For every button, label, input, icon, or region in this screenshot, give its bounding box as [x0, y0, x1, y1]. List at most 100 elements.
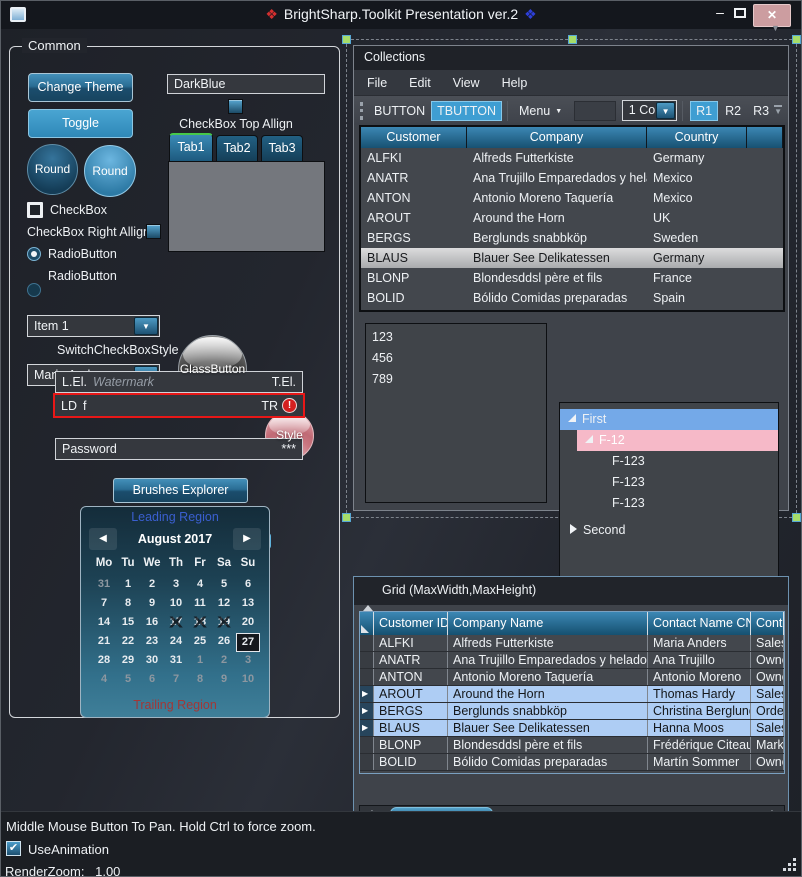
list-item[interactable]: 123	[366, 327, 546, 348]
toolbar-radio-r3[interactable]: R3	[748, 102, 774, 120]
grid-window-title-bar[interactable]: Grid (MaxWidth,MaxHeight)	[354, 577, 788, 605]
calendar-day[interactable]: 14	[92, 614, 116, 633]
validation-error-input[interactable]: LD f TR !	[53, 393, 305, 418]
tree-collapsed-icon[interactable]	[570, 524, 577, 534]
calendar-day[interactable]: 4	[188, 576, 212, 595]
row-header-arrow-icon[interactable]: ▶	[360, 703, 374, 719]
round-button-light[interactable]: Round	[84, 145, 136, 197]
tree-item-second[interactable]: Second	[560, 520, 778, 541]
column-header-country[interactable]: Country	[647, 127, 747, 148]
checkbox-right-align[interactable]	[146, 224, 161, 239]
toolbar-radio-r2[interactable]: R2	[720, 102, 746, 120]
maximize-button[interactable]	[734, 8, 746, 18]
calendar-next-button[interactable]: ▶	[233, 528, 261, 550]
collections-title-bar[interactable]: Collections	[354, 46, 788, 70]
resize-handle[interactable]	[792, 35, 801, 44]
row-header[interactable]	[360, 635, 374, 651]
calendar-day[interactable]: 1	[188, 652, 212, 671]
checkbox-top-align[interactable]	[228, 99, 243, 114]
column-header-contact-name[interactable]: Contact Name CN	[648, 612, 751, 635]
toolbar-textbox[interactable]	[574, 101, 616, 121]
calendar-day[interactable]: 20	[236, 614, 260, 633]
row-header[interactable]	[360, 754, 374, 770]
table-row-selected[interactable]: BLAUSBlauer See DelikatessenGermany	[361, 248, 783, 268]
row-header[interactable]	[360, 737, 374, 753]
table-row[interactable]: ANATRAna Trujillo Emparedados y heladosA…	[360, 652, 784, 669]
calendar-day[interactable]: 22	[116, 633, 140, 652]
toolbar-grip-icon[interactable]	[360, 102, 363, 120]
calendar-day[interactable]: 11	[188, 595, 212, 614]
tree-item-first[interactable]: First	[560, 409, 778, 430]
tab-tab3[interactable]: Tab3	[261, 135, 303, 161]
use-animation-checkbox[interactable]: ✔	[6, 841, 21, 856]
calendar-day[interactable]: 6	[236, 576, 260, 595]
calendar-day[interactable]: 13	[236, 595, 260, 614]
chevron-down-icon[interactable]: ▼	[134, 317, 158, 335]
column-header-customer[interactable]: Customer	[361, 127, 467, 148]
table-row[interactable]: ANATRAna Trujillo Emparedados y helaMexi…	[361, 168, 783, 188]
theme-name-input[interactable]: DarkBlue	[167, 74, 325, 94]
calendar-day[interactable]: 2	[140, 576, 164, 595]
calendar-day[interactable]: 9	[140, 595, 164, 614]
calendar-day[interactable]: 3	[164, 576, 188, 595]
tree-item-f12[interactable]: F-12	[577, 430, 778, 451]
toolbar-menu-button[interactable]: Menu▼	[513, 101, 568, 121]
select-all-corner[interactable]	[360, 612, 374, 635]
calendar-day[interactable]: 31	[92, 576, 116, 595]
calendar-day[interactable]: 10	[236, 671, 260, 690]
calendar-day[interactable]: 6	[140, 671, 164, 690]
tree-item[interactable]: F-123	[560, 451, 778, 472]
calendar-day-today[interactable]: 27	[236, 633, 260, 652]
table-row-selected[interactable]: ▶BLAUSBlauer See DelikatessenHanna MoosS…	[360, 720, 784, 737]
round-button-dark[interactable]: Round	[27, 144, 78, 195]
tab-tab2[interactable]: Tab2	[216, 135, 258, 161]
calendar-day[interactable]: 4	[92, 671, 116, 690]
menu-file[interactable]: File	[356, 73, 398, 93]
checkbox[interactable]	[27, 202, 43, 218]
calendar-day[interactable]: 5	[116, 671, 140, 690]
calendar-day[interactable]: 15	[116, 614, 140, 633]
calendar-day[interactable]: 26	[212, 633, 236, 652]
toolbar-overflow-icon[interactable]: ▼	[774, 105, 782, 116]
password-input[interactable]: Password ***	[55, 438, 303, 460]
toolbar-radio-r1[interactable]: R1	[690, 101, 718, 121]
calendar-day[interactable]: 3	[236, 652, 260, 671]
chevron-down-icon[interactable]: ▼	[656, 102, 675, 119]
calendar-day[interactable]: 25	[188, 633, 212, 652]
table-row[interactable]: BLONPBlondesddsl père et filsFrédérique …	[360, 737, 784, 754]
calendar-day[interactable]: 29	[116, 652, 140, 671]
calendar-day[interactable]: 7	[164, 671, 188, 690]
column-header-company[interactable]: Company	[467, 127, 647, 148]
column-header-customer-id[interactable]: Customer ID	[374, 612, 448, 635]
brushes-explorer-button[interactable]: Brushes Explorer	[113, 478, 248, 503]
radio-button-1[interactable]	[27, 247, 41, 261]
resize-handle[interactable]	[792, 513, 801, 522]
table-row-selected[interactable]: ▶BERGSBerglunds snabbköpChristina Berglu…	[360, 703, 784, 720]
row-header[interactable]	[360, 652, 374, 668]
table-row-selected[interactable]: ▶AROUTAround the HornThomas HardySales	[360, 686, 784, 703]
minimize-button[interactable]: –	[709, 3, 731, 23]
calendar-day[interactable]: 23	[140, 633, 164, 652]
calendar-day[interactable]: 2	[212, 652, 236, 671]
tree-item[interactable]: F-123	[560, 493, 778, 514]
radio-button-2[interactable]	[27, 283, 41, 297]
calendar-day[interactable]: 31	[164, 652, 188, 671]
toolbar-toggle-button[interactable]: TBUTTON	[431, 101, 502, 121]
column-header-company-name[interactable]: Company Name	[448, 612, 648, 635]
menu-edit[interactable]: Edit	[398, 73, 442, 93]
row-header[interactable]	[360, 669, 374, 685]
resize-handle[interactable]	[568, 35, 577, 44]
calendar-day[interactable]: 8	[188, 671, 212, 690]
tree-item[interactable]: F-123	[560, 472, 778, 493]
row-header-arrow-icon[interactable]: ▶	[360, 686, 374, 702]
table-row[interactable]: ALFKIAlfreds FutterkisteMaria AndersSale…	[360, 635, 784, 652]
calendar-day[interactable]: 12	[212, 595, 236, 614]
resize-grip[interactable]	[793, 868, 796, 871]
table-row[interactable]: ANTONAntonio Moreno TaqueríaAntonio More…	[360, 669, 784, 686]
tree-expanded-icon[interactable]	[568, 414, 576, 422]
toolbar-combobox[interactable]: 1 Com ▼	[622, 100, 677, 121]
table-row[interactable]: BLONPBlondesddsl père et filsFrance	[361, 268, 783, 288]
calendar-day[interactable]: 30	[140, 652, 164, 671]
table-row[interactable]: ANTONAntonio Moreno TaqueríaMexico	[361, 188, 783, 208]
table-row[interactable]: BOLIDBólido Comidas preparadasMartín Som…	[360, 754, 784, 771]
